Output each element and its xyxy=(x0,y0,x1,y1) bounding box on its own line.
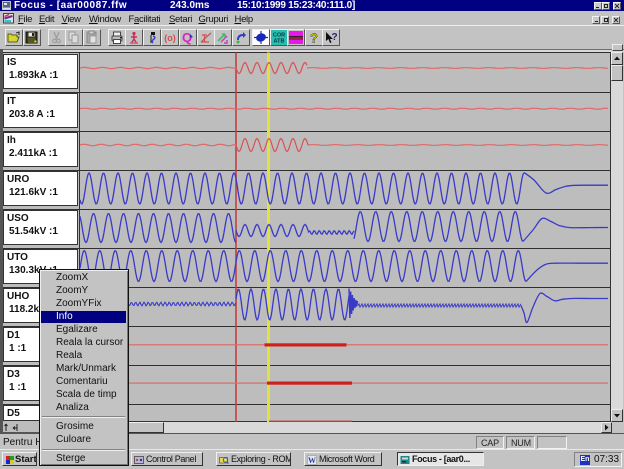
svg-text:W: W xyxy=(308,456,316,465)
